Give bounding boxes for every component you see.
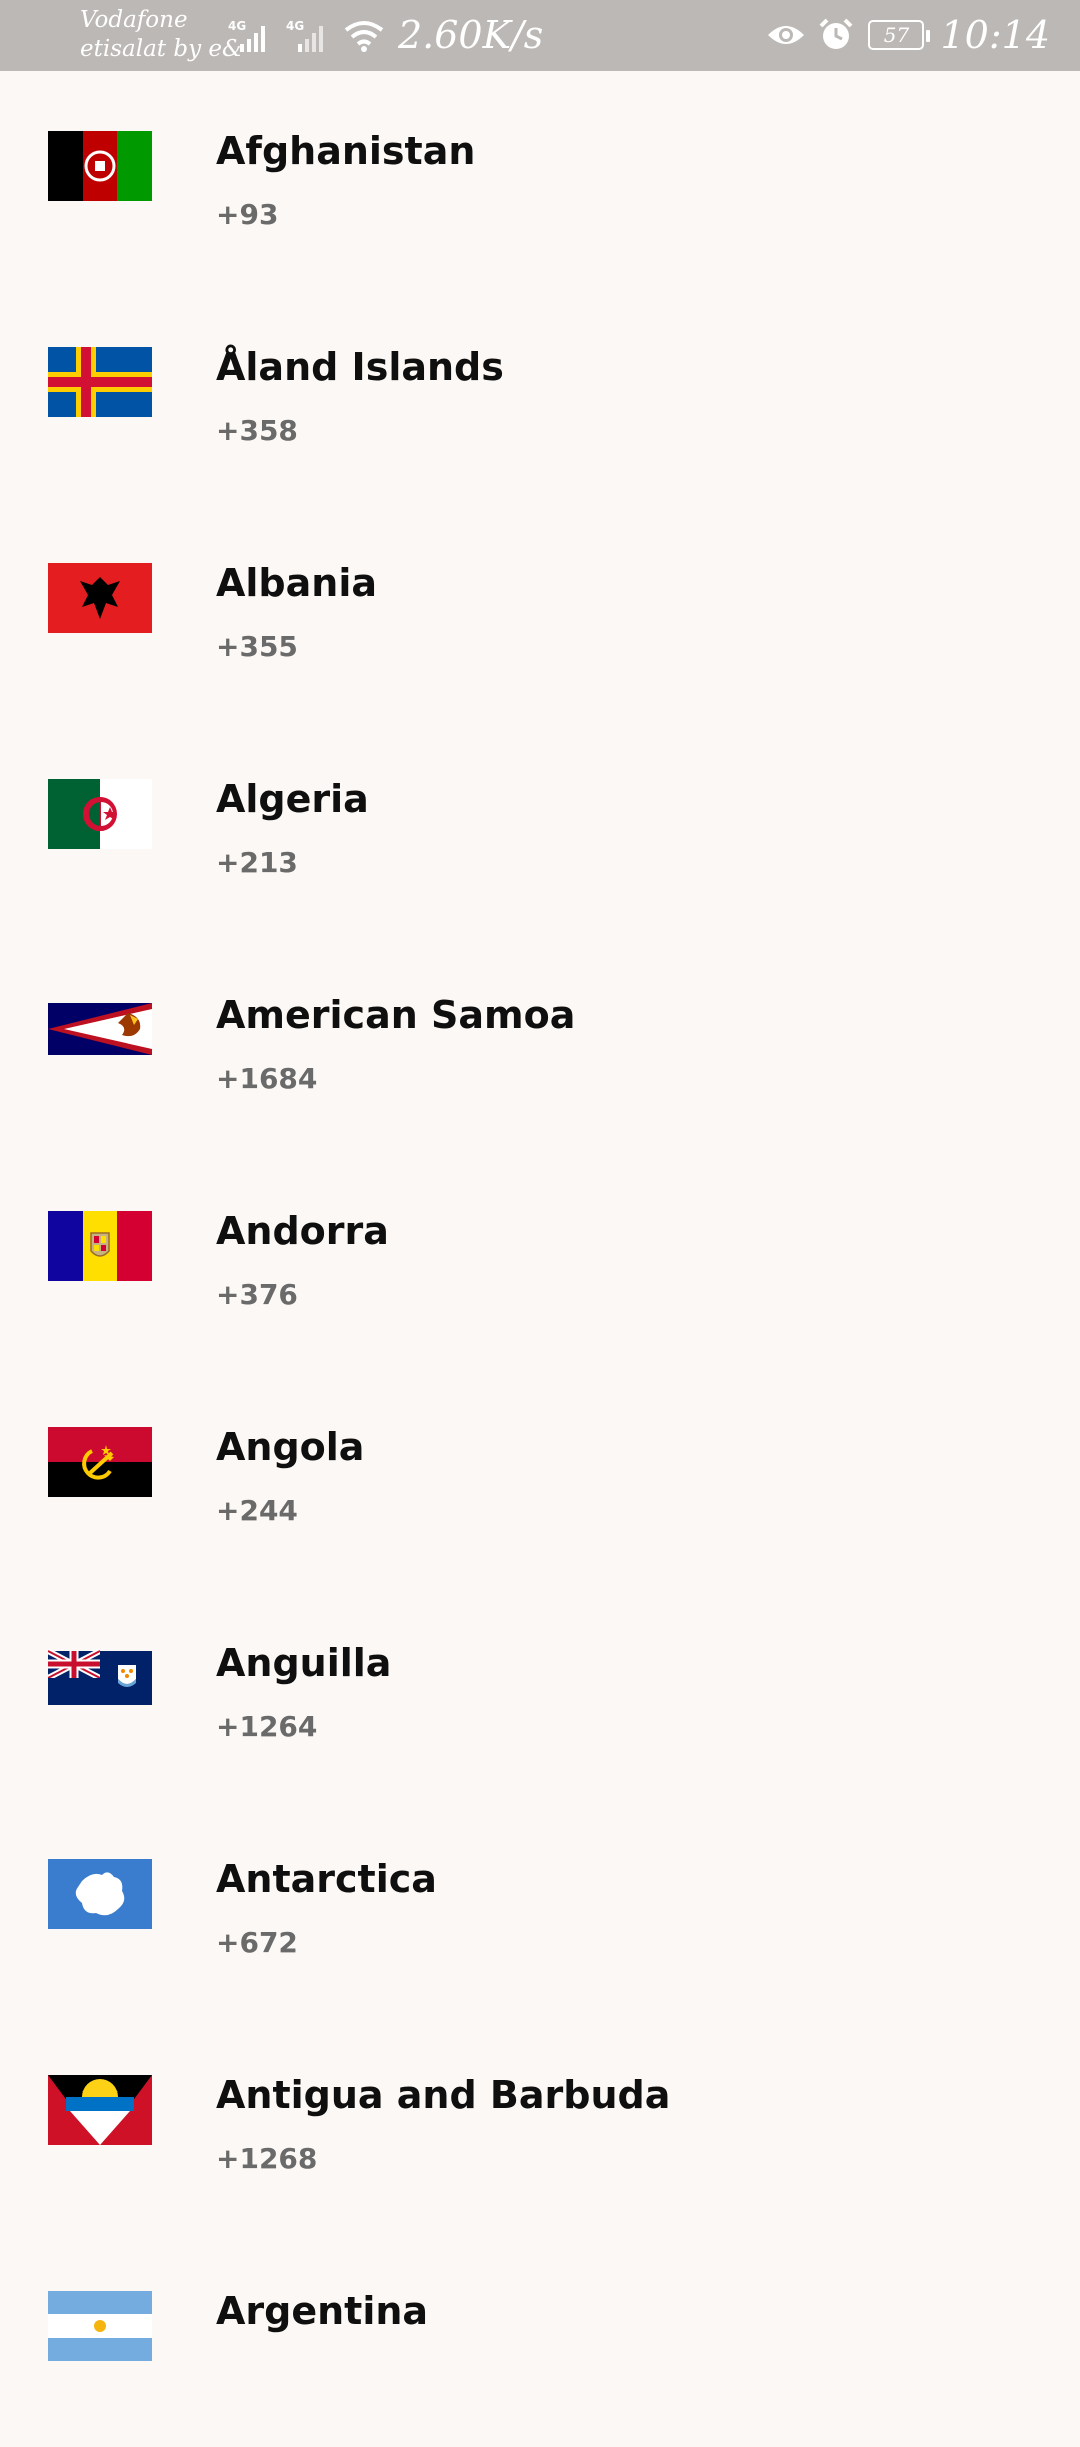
country-name: Afghanistan	[216, 129, 476, 173]
algeria-flag	[48, 779, 152, 849]
american-samoa-flag	[48, 995, 152, 1065]
network-type-2: 4G	[286, 19, 304, 33]
status-bar: Vodafone etisalat by e& 4G 4G 2.60K/s 57…	[0, 0, 1080, 71]
country-code: +358	[216, 414, 298, 447]
country-row[interactable]: Algeria +213	[0, 719, 1080, 935]
country-row[interactable]: Anguilla +1264	[0, 1583, 1080, 1799]
country-name: Åland Islands	[216, 345, 504, 389]
wifi-icon	[344, 20, 384, 56]
country-code: +1268	[216, 2142, 318, 2175]
carrier-line-2: etisalat by e&	[80, 36, 243, 62]
country-code: +213	[216, 846, 298, 879]
country-name: Algeria	[216, 777, 369, 821]
country-row[interactable]: Antarctica +672	[0, 1799, 1080, 2015]
angola-flag	[48, 1427, 152, 1497]
country-row[interactable]: Angola +244	[0, 1367, 1080, 1583]
country-code: +376	[216, 1278, 298, 1311]
country-name: American Samoa	[216, 993, 576, 1037]
country-name: Anguilla	[216, 1641, 392, 1685]
clock: 10:14	[940, 13, 1050, 57]
signal-icon: 4G	[228, 18, 278, 58]
country-row[interactable]: Andorra +376	[0, 1151, 1080, 1367]
country-row[interactable]: Antigua and Barbuda +1268	[0, 2015, 1080, 2231]
battery-icon: 57	[868, 20, 931, 50]
aland-islands-flag	[48, 347, 152, 417]
argentina-flag	[48, 2291, 152, 2361]
carrier-label: Vodafone etisalat by e&	[80, 6, 242, 64]
signal-icon: 4G	[286, 18, 336, 58]
country-row[interactable]: Albania +355	[0, 503, 1080, 719]
network-type-1: 4G	[228, 19, 246, 33]
country-row[interactable]: Afghanistan +93	[0, 71, 1080, 287]
country-code: +93	[216, 198, 279, 231]
country-name: Argentina	[216, 2289, 429, 2333]
network-speed: 2.60K/s	[398, 13, 544, 57]
afghanistan-flag	[48, 131, 152, 201]
country-row[interactable]: American Samoa +1684	[0, 935, 1080, 1151]
country-name: Antigua and Barbuda	[216, 2073, 671, 2117]
country-code: +1264	[216, 1710, 318, 1743]
andorra-flag	[48, 1211, 152, 1281]
country-name: Albania	[216, 561, 377, 605]
country-code: +244	[216, 1494, 298, 1527]
eye-icon	[766, 21, 806, 49]
country-name: Angola	[216, 1425, 365, 1469]
albania-flag	[48, 563, 152, 633]
antigua-and-barbuda-flag	[48, 2075, 152, 2145]
anguilla-flag	[48, 1643, 152, 1713]
country-name: Antarctica	[216, 1857, 437, 1901]
alarm-icon	[818, 18, 854, 52]
antarctica-flag	[48, 1859, 152, 1929]
carrier-line-1: Vodafone	[80, 7, 188, 33]
country-row[interactable]: Åland Islands +358	[0, 287, 1080, 503]
country-row[interactable]: Argentina	[0, 2231, 1080, 2447]
country-code: +1684	[216, 1062, 318, 1095]
country-code: +672	[216, 1926, 298, 1959]
country-name: Andorra	[216, 1209, 389, 1253]
country-code: +355	[216, 630, 298, 663]
country-list: Afghanistan +93 Åland Islands +358 Alban…	[0, 71, 1080, 2447]
